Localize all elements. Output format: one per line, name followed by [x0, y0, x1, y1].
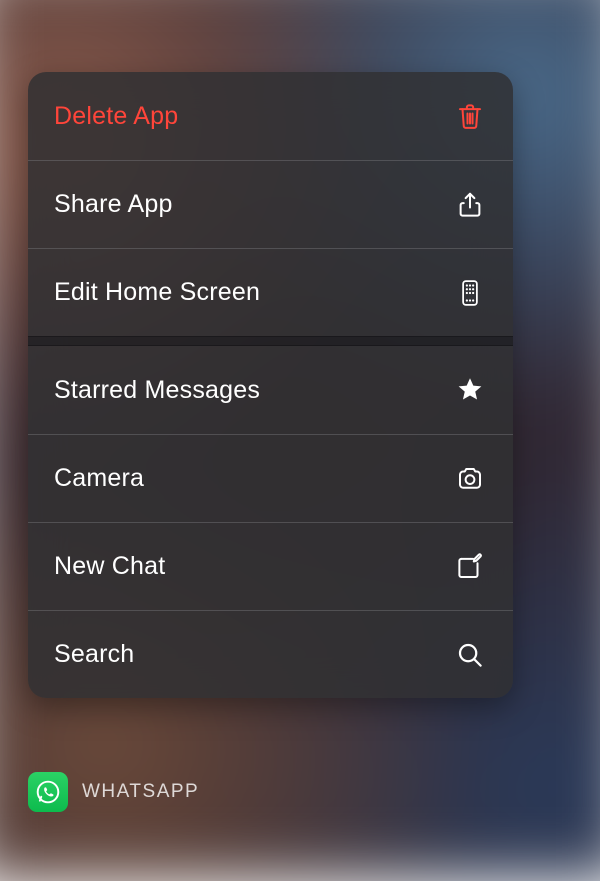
menu-item-camera[interactable]: Camera — [28, 434, 513, 522]
menu-item-share-app[interactable]: Share App — [28, 160, 513, 248]
star-icon — [453, 373, 487, 407]
search-icon — [453, 638, 487, 672]
menu-item-edit-home-screen[interactable]: Edit Home Screen — [28, 248, 513, 336]
app-actions-group: Starred Messages Camera New Chat — [28, 346, 513, 698]
compose-icon — [453, 550, 487, 584]
system-actions-group: Delete App Share App Edit — [28, 72, 513, 336]
menu-item-delete-app[interactable]: Delete App — [28, 72, 513, 160]
share-icon — [453, 188, 487, 222]
menu-item-label: Starred Messages — [54, 376, 260, 405]
menu-item-label: Delete App — [54, 102, 178, 131]
whatsapp-icon — [28, 772, 68, 812]
menu-separator — [28, 336, 513, 346]
menu-item-search[interactable]: Search — [28, 610, 513, 698]
menu-item-label: Search — [54, 640, 134, 669]
menu-item-label: Camera — [54, 464, 144, 493]
menu-item-starred-messages[interactable]: Starred Messages — [28, 346, 513, 434]
trash-icon — [453, 99, 487, 133]
context-menu: Delete App Share App Edit — [28, 72, 513, 698]
camera-icon — [453, 462, 487, 496]
apps-icon — [453, 276, 487, 310]
app-chip-label: WHATSAPP — [82, 781, 199, 803]
menu-item-label: Edit Home Screen — [54, 278, 260, 307]
menu-item-new-chat[interactable]: New Chat — [28, 522, 513, 610]
menu-item-label: New Chat — [54, 552, 165, 581]
app-chip[interactable]: WHATSAPP — [28, 772, 199, 812]
menu-item-label: Share App — [54, 190, 173, 219]
